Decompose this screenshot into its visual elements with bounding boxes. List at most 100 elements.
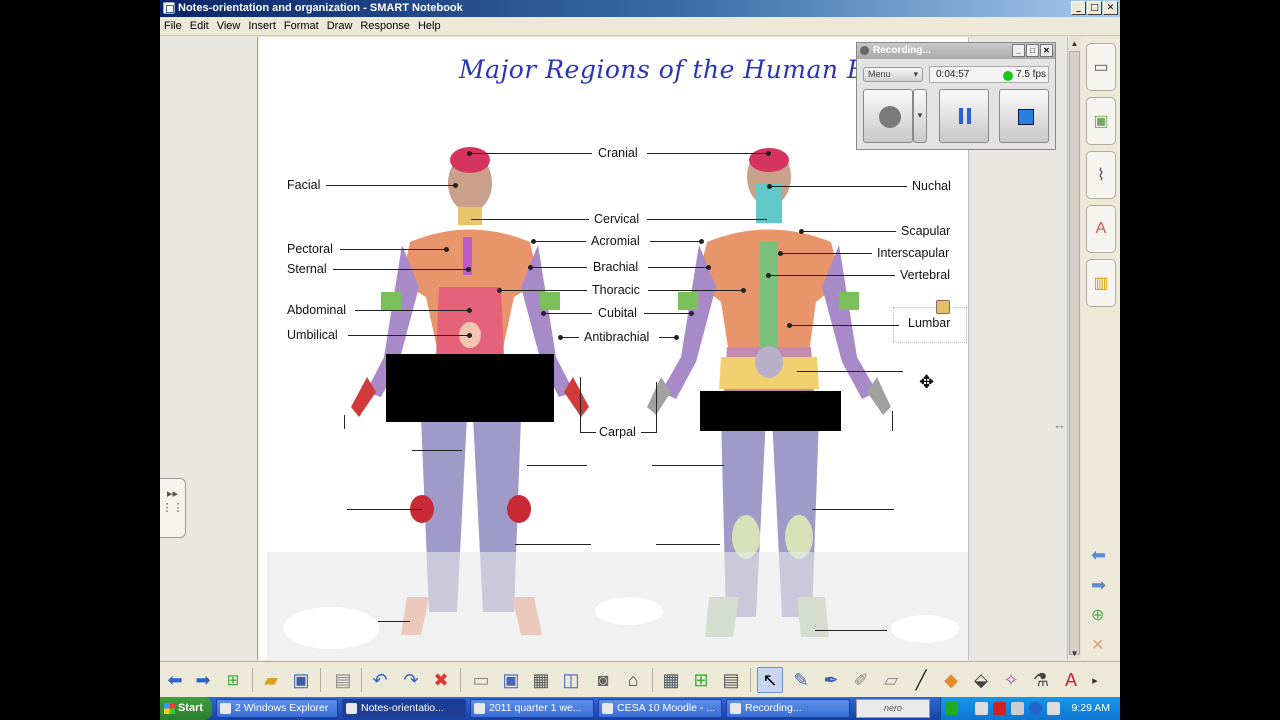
fill-bucket-icon[interactable]: ⚗	[1028, 667, 1054, 693]
line-icon[interactable]: ╱	[908, 667, 934, 693]
task-quarter-report[interactable]: 2011 quarter 1 we...	[470, 699, 594, 718]
document-camera-icon[interactable]: ⌂	[620, 667, 646, 693]
toolbar-overflow-icon[interactable]: ▸	[1082, 667, 1108, 693]
gallery-icon[interactable]: ▣	[1086, 97, 1116, 145]
leader-dot	[531, 239, 536, 244]
leader-line	[641, 432, 657, 433]
sidebar-toggle-tab[interactable]: ▸▸ ⋮⋮	[160, 478, 186, 538]
scroll-down-icon[interactable]: ▼	[1068, 647, 1081, 660]
response-icon[interactable]: ▤	[718, 667, 744, 693]
tray-volume-icon[interactable]	[1047, 702, 1060, 715]
menu-edit[interactable]: Edit	[186, 17, 213, 32]
back-icon[interactable]: ⬅	[162, 667, 188, 693]
leader-line	[470, 153, 592, 154]
transparent-bg-icon[interactable]: ▦	[528, 667, 554, 693]
record-button[interactable]	[863, 89, 913, 143]
menu-bar: File Edit View Insert Format Draw Response Help	[160, 17, 1120, 36]
main-toolbar: ⬅ ➡ ⊞ ▰ ▣ ▤ ↶ ↷ ✖ ▭ ▣ ▦ ◫ ◙ ⌂ ▦ ⊞ ▤ ↖ ✎ …	[160, 661, 1120, 697]
recorder-minimize-button[interactable]: _	[1012, 44, 1025, 57]
task-notes[interactable]: Notes-orientatio...	[342, 699, 466, 718]
dual-page-icon[interactable]: ◫	[558, 667, 584, 693]
label-cervical: Cervical	[594, 212, 640, 226]
stop-button[interactable]	[999, 89, 1049, 143]
recorder-menu-dropdown[interactable]: Menu	[863, 67, 923, 82]
save-icon[interactable]: ▣	[288, 667, 314, 693]
paste-icon[interactable]: ▤	[330, 667, 356, 693]
menu-help[interactable]: Help	[414, 17, 445, 32]
lock-icon[interactable]	[936, 300, 950, 314]
record-options-dropdown[interactable]: ▼	[913, 89, 927, 143]
close-button[interactable]: ✕	[1103, 1, 1118, 15]
addons-icon[interactable]: ▥	[1086, 259, 1116, 307]
leader-line	[531, 267, 587, 268]
arrow-right-icon[interactable]: ➡	[1091, 575, 1106, 596]
tray-network-icon[interactable]	[975, 702, 988, 715]
minimize-button[interactable]: _	[1071, 1, 1086, 15]
task-cesa-moodle[interactable]: CESA 10 Moodle - ...	[598, 699, 722, 718]
insert-icon[interactable]: ⊞	[688, 667, 714, 693]
highlighter-icon[interactable]: ✐	[848, 667, 874, 693]
tray-ati-icon[interactable]	[993, 702, 1006, 715]
maximize-button[interactable]: □	[1087, 1, 1102, 15]
nero-widget[interactable]: nero	[856, 699, 930, 718]
blank-leader-line	[347, 509, 422, 510]
menu-format[interactable]: Format	[280, 17, 323, 32]
menu-insert[interactable]: Insert	[244, 17, 280, 32]
leader-dot	[778, 251, 783, 256]
fill-icon[interactable]: ⬙	[968, 667, 994, 693]
resize-handle-icon[interactable]: ↔	[1053, 417, 1066, 432]
add-page-icon[interactable]: ⊕	[1091, 605, 1104, 625]
recorder-close-button[interactable]: ✕	[1040, 44, 1053, 57]
start-button[interactable]: Start	[160, 697, 212, 720]
move-cursor-icon: ✥	[919, 372, 935, 393]
menu-file[interactable]: File	[160, 17, 186, 32]
recorder-maximize-button[interactable]: □	[1026, 44, 1039, 57]
attachments-icon[interactable]: ⌇	[1086, 151, 1116, 199]
creative-pen-icon[interactable]: ✒	[818, 667, 844, 693]
scroll-thumb[interactable]	[1069, 51, 1080, 655]
capture-icon[interactable]: ◙	[590, 667, 616, 693]
scroll-up-icon[interactable]: ▲	[1068, 37, 1081, 50]
label-lumbar[interactable]: Lumbar	[908, 316, 950, 330]
leader-line	[561, 337, 579, 338]
window-title: Notes-orientation and organization - SMA…	[178, 2, 463, 14]
arrow-left-icon[interactable]: ⬅	[1091, 545, 1106, 566]
magic-pen-icon[interactable]: ✧	[998, 667, 1024, 693]
pen-icon[interactable]: ✎	[788, 667, 814, 693]
delete-page-icon[interactable]: ✕	[1091, 635, 1104, 655]
menu-view[interactable]: View	[213, 17, 245, 32]
label-abdominal: Abdominal	[287, 303, 347, 317]
label-interscapular: Interscapular	[877, 246, 950, 260]
tray-arrow-icon[interactable]	[945, 702, 958, 715]
blank-leader-line	[812, 509, 894, 510]
shape-icon[interactable]: ◆	[938, 667, 964, 693]
vertical-scrollbar[interactable]: ▲ ▼	[1067, 37, 1081, 660]
recorder-panel: Recording... _ □ ✕ Menu 0:04:57 7.5 fps …	[856, 42, 1056, 150]
forward-icon[interactable]: ➡	[190, 667, 216, 693]
add-page-icon[interactable]: ⊞	[220, 667, 246, 693]
redo-icon[interactable]: ↷	[398, 667, 424, 693]
tray-printer-icon[interactable]	[1011, 702, 1024, 715]
title-bar: Notes-orientation and organization - SMA…	[160, 0, 1120, 17]
leader-dot	[467, 151, 472, 156]
leader-dot	[466, 267, 471, 272]
menu-response[interactable]: Response	[356, 17, 414, 32]
eraser-icon[interactable]: ▱	[878, 667, 904, 693]
undo-icon[interactable]: ↶	[367, 667, 393, 693]
properties-icon[interactable]: A	[1086, 205, 1116, 253]
leader-line	[789, 325, 899, 326]
page-sorter-icon[interactable]: ▭	[1086, 43, 1116, 91]
text-icon[interactable]: A	[1058, 667, 1084, 693]
menu-draw[interactable]: Draw	[323, 17, 357, 32]
pause-button[interactable]	[939, 89, 989, 143]
task-windows-explorer[interactable]: 2 Windows Explorer	[216, 699, 338, 718]
tray-smart-icon[interactable]	[1029, 702, 1042, 715]
screen-shade-icon[interactable]: ▭	[468, 667, 494, 693]
task-recording[interactable]: Recording...	[726, 699, 850, 718]
select-icon[interactable]: ↖	[757, 667, 783, 693]
blank-leader-line	[797, 371, 903, 372]
full-screen-icon[interactable]: ▣	[498, 667, 524, 693]
open-icon[interactable]: ▰	[258, 667, 284, 693]
table-icon[interactable]: ▦	[658, 667, 684, 693]
delete-icon[interactable]: ✖	[428, 667, 454, 693]
